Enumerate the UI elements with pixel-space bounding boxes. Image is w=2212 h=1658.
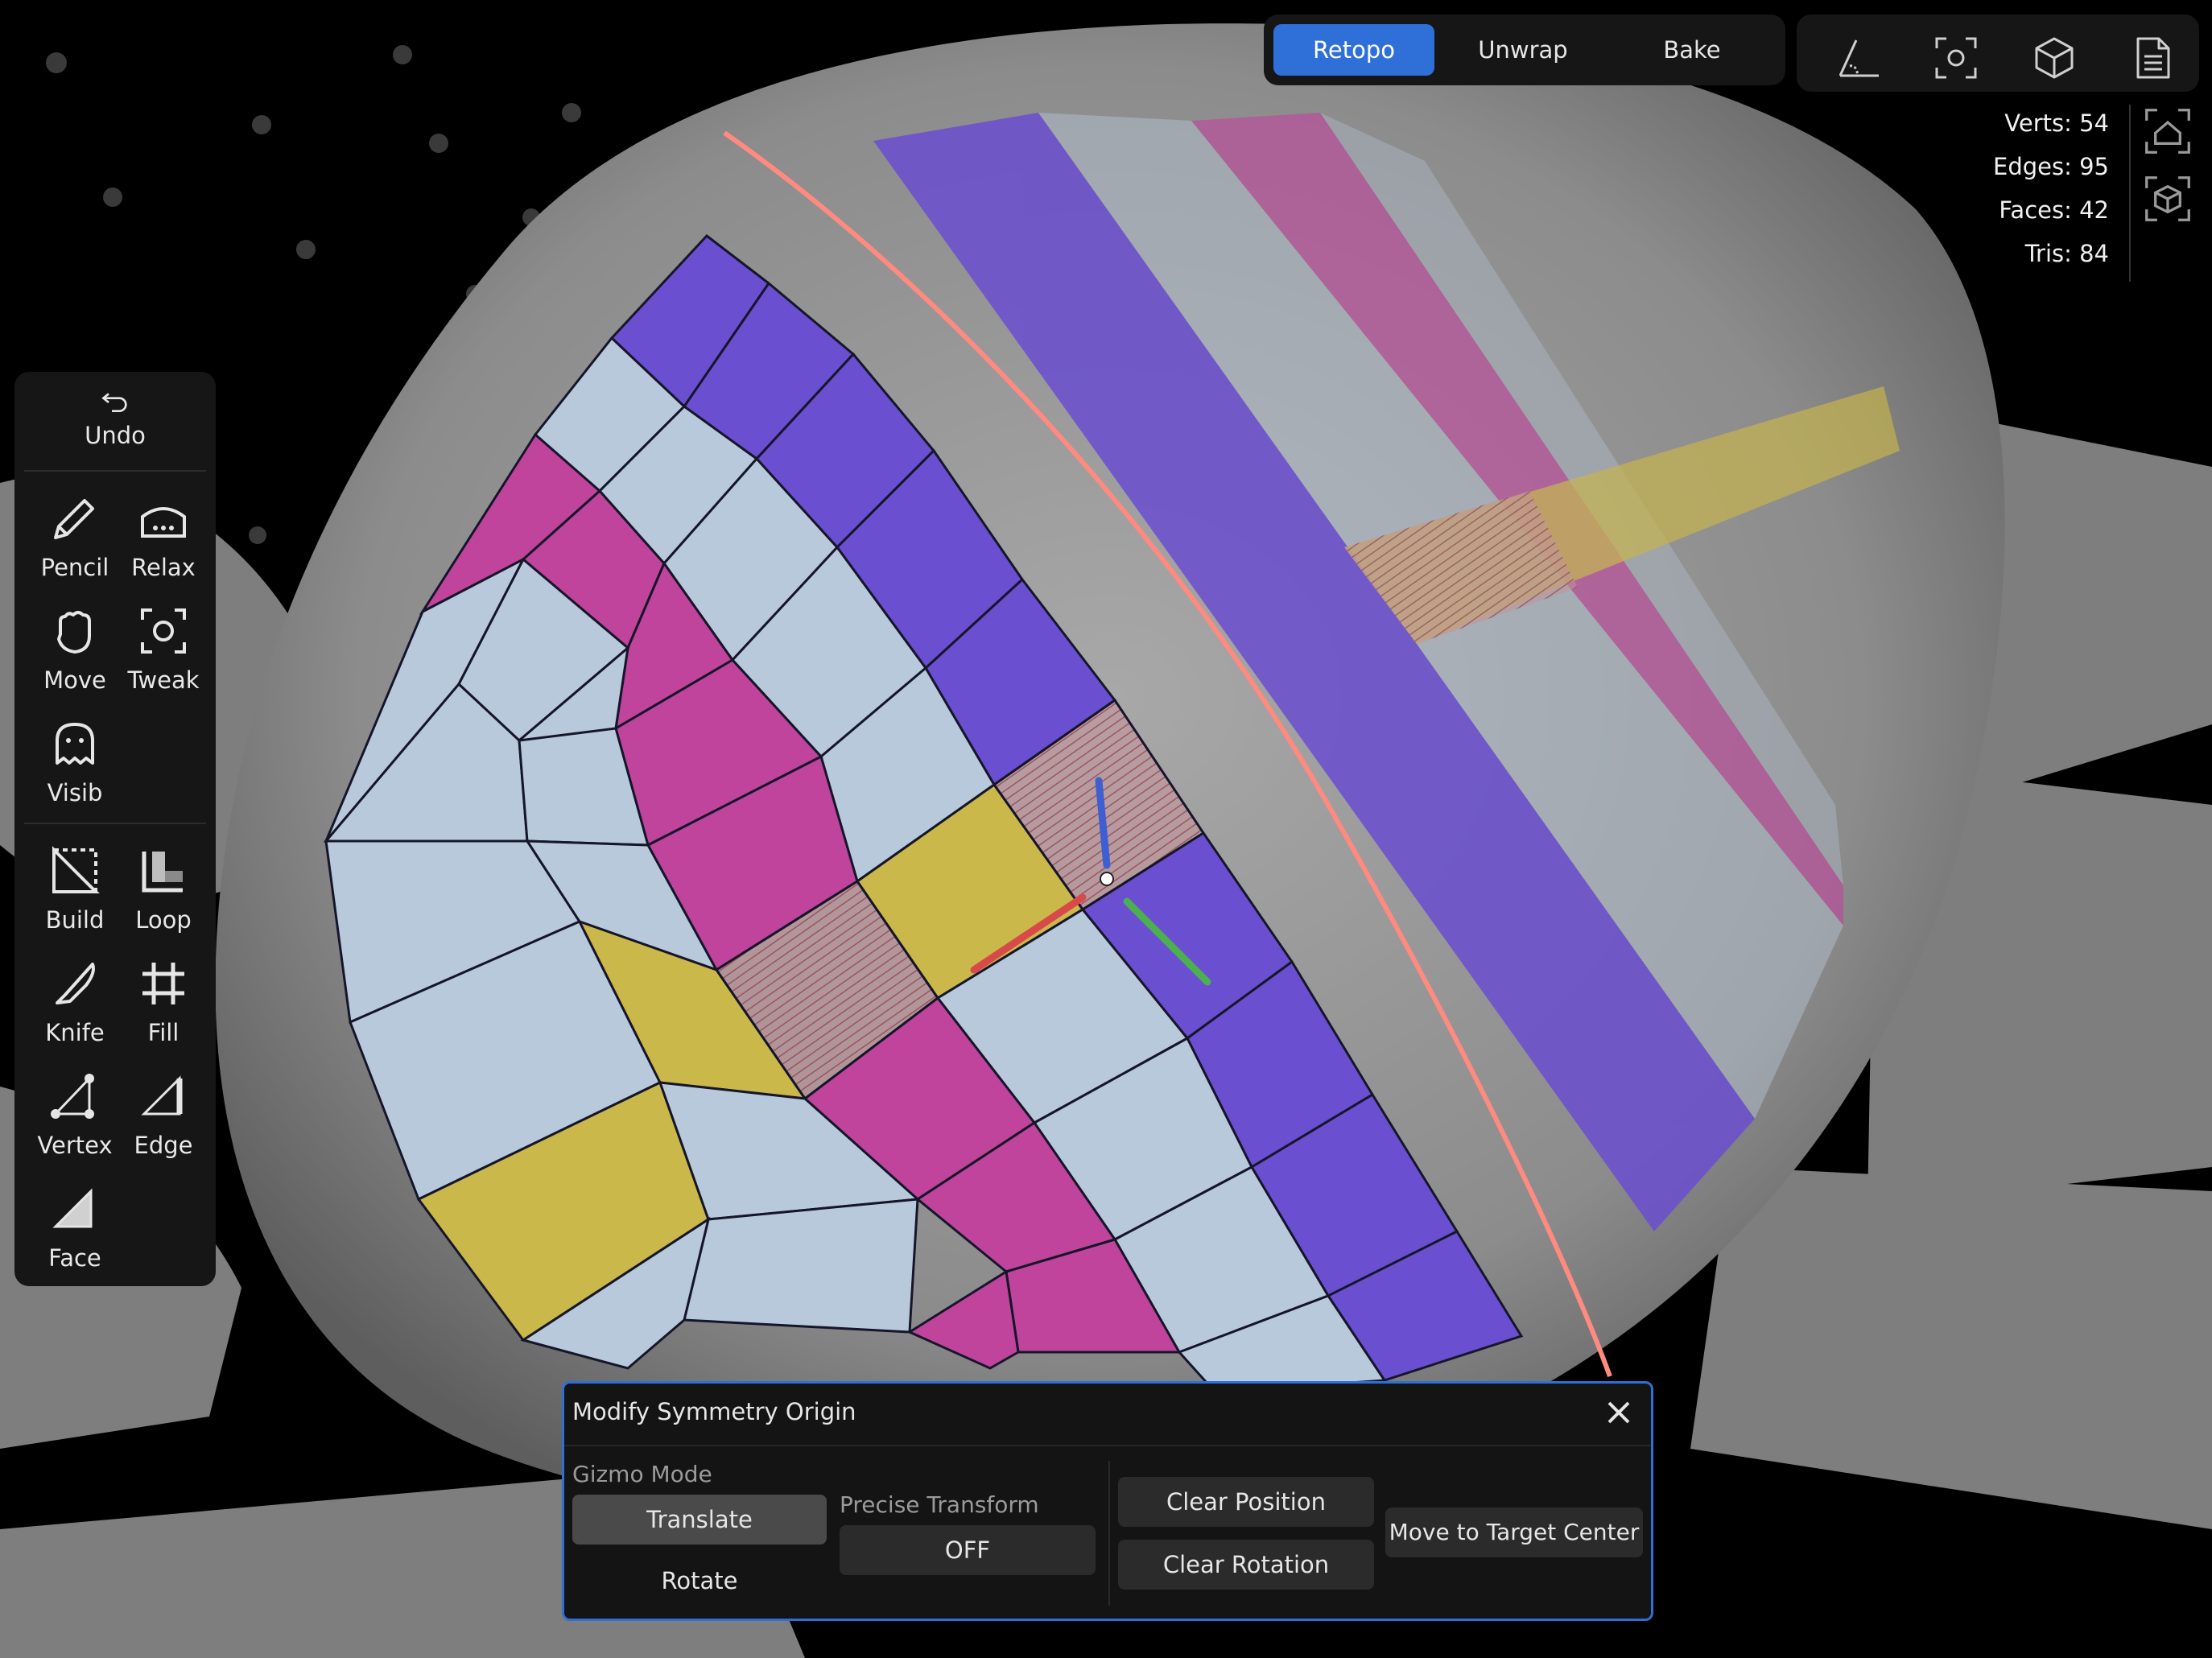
frame-mesh-icon[interactable] xyxy=(2140,171,2196,227)
measure-icon[interactable] xyxy=(1832,32,1884,84)
relax-icon xyxy=(141,507,186,538)
face-tool[interactable]: Face xyxy=(31,1175,119,1280)
symmetry-dialog: Modify Symmetry Origin Gizmo Mode Transl… xyxy=(562,1381,1653,1621)
knife-icon xyxy=(56,963,95,1004)
precise-transform-toggle[interactable]: OFF xyxy=(840,1525,1096,1575)
clear-rotation-button[interactable]: Clear Rotation xyxy=(1118,1540,1374,1590)
build-tool[interactable]: Build xyxy=(31,837,119,942)
move-tool[interactable]: Move xyxy=(31,597,119,702)
visib-tool[interactable]: Visib xyxy=(31,710,119,815)
close-icon xyxy=(1607,1401,1630,1424)
divider xyxy=(24,823,206,824)
vertex-icon xyxy=(51,1074,94,1119)
tweak-tool[interactable]: Tweak xyxy=(119,597,208,702)
edges-stat: Edges: 95 xyxy=(1993,153,2109,180)
divider xyxy=(24,470,206,472)
tweak-icon xyxy=(141,608,186,654)
relax-tool[interactable]: Relax xyxy=(119,485,208,589)
fill-tool[interactable]: Fill xyxy=(119,950,208,1054)
view-toolbar xyxy=(1797,14,2199,92)
precise-transform-label: Precise Transform xyxy=(840,1491,1039,1518)
faces-stat: Faces: 42 xyxy=(1999,196,2109,224)
rotate-button[interactable]: Rotate xyxy=(572,1556,827,1606)
tool-panel: Undo Pencil Relax Move Tweak Visib Build… xyxy=(14,372,216,1286)
pencil-icon xyxy=(54,499,94,539)
mesh-stats: Verts: 54 Edges: 95 Faces: 42 Tris: 84 xyxy=(1867,109,2109,278)
vertex-tool[interactable]: Vertex xyxy=(31,1062,119,1167)
grid-fill-icon xyxy=(142,963,184,1004)
gizmo-mode-label: Gizmo Mode xyxy=(572,1461,712,1487)
document-icon[interactable] xyxy=(2127,32,2178,84)
tab-bake[interactable]: Bake xyxy=(1612,24,1772,76)
tab-retopo[interactable]: Retopo xyxy=(1273,24,1434,76)
move-to-target-center-button[interactable]: Move to Target Center xyxy=(1385,1507,1643,1557)
mode-tabs: Retopo Unwrap Bake xyxy=(1264,14,1785,85)
verts-stat: Verts: 54 xyxy=(2004,109,2109,137)
focus-icon[interactable] xyxy=(1930,32,1982,84)
edge-icon xyxy=(141,1075,183,1116)
pencil-tool[interactable]: Pencil xyxy=(31,485,119,589)
cube-icon[interactable] xyxy=(2028,32,2080,84)
translate-button[interactable]: Translate xyxy=(572,1495,827,1545)
hand-icon xyxy=(57,611,91,654)
build-icon xyxy=(52,846,100,893)
title-divider xyxy=(564,1445,1651,1446)
edge-tool[interactable]: Edge xyxy=(119,1062,208,1167)
dialog-divider xyxy=(1108,1461,1110,1606)
side-divider xyxy=(2129,105,2131,282)
ghost-icon xyxy=(56,723,94,765)
clear-position-button[interactable]: Clear Position xyxy=(1118,1477,1374,1527)
face-icon xyxy=(52,1188,93,1228)
tab-unwrap[interactable]: Unwrap xyxy=(1442,24,1603,76)
undo-button[interactable]: Undo xyxy=(71,378,159,467)
knife-tool[interactable]: Knife xyxy=(31,950,119,1054)
home-view-icon[interactable] xyxy=(2140,103,2196,159)
dialog-title: Modify Symmetry Origin xyxy=(572,1398,856,1425)
undo-icon xyxy=(101,393,127,412)
tris-stat: Tris: 84 xyxy=(2024,240,2109,267)
loop-tool[interactable]: Loop xyxy=(119,837,208,942)
loop-icon xyxy=(142,852,183,893)
close-button[interactable] xyxy=(1601,1395,1636,1430)
